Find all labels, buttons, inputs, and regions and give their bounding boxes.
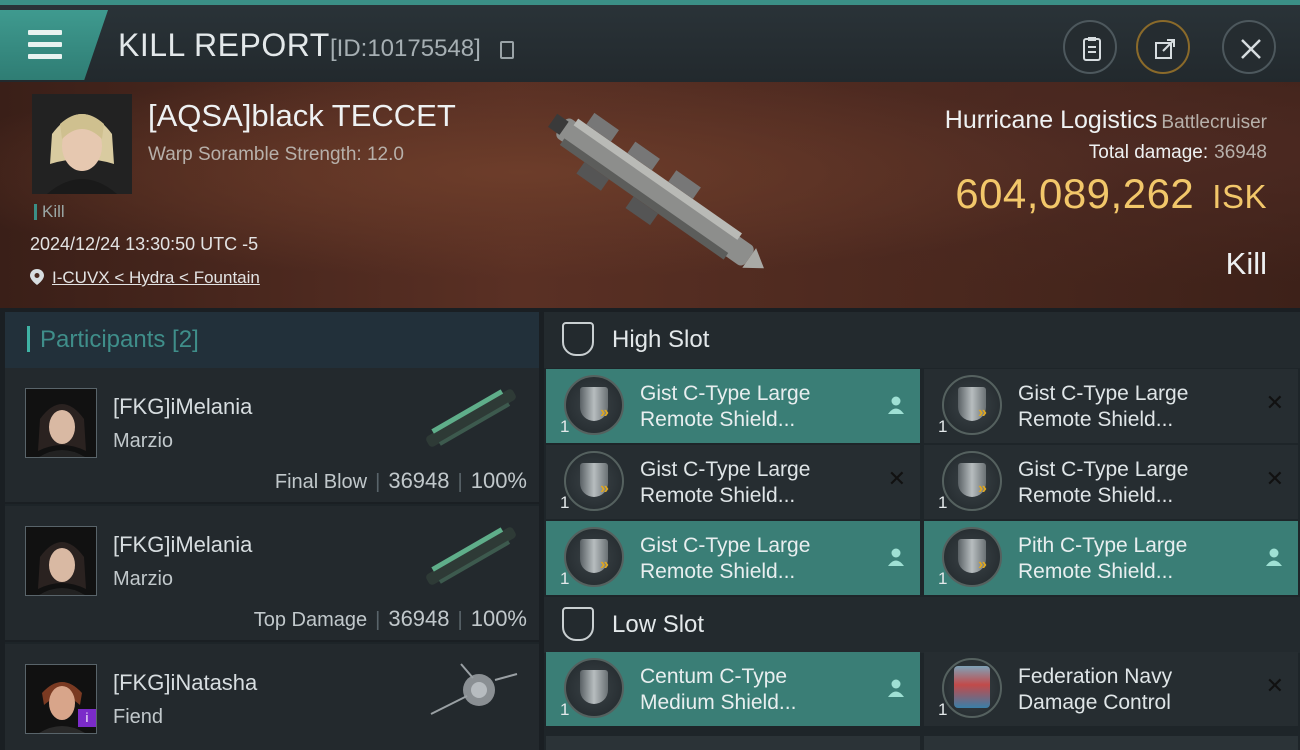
participant-ship-image bbox=[430, 663, 518, 715]
module-name: Gist C-Type Large Remote Shield... bbox=[1018, 382, 1189, 431]
module-item[interactable]: 1 Centum C-Type Medium Shield... bbox=[546, 652, 920, 726]
module-item[interactable]: » 1 Gist C-Type Large Remote Shield... bbox=[546, 521, 920, 595]
module-item[interactable]: » 1 Gist C-Type Large Remote Shield... ✕ bbox=[924, 369, 1298, 443]
module-name: Gist C-Type Large Remote Shield... bbox=[1018, 458, 1189, 507]
module-name: Federation Navy Damage Control bbox=[1018, 665, 1173, 714]
participant-ship: Marzio bbox=[113, 568, 174, 590]
participant-row[interactable]: i [FKG]iNatasha Fiend bbox=[5, 644, 539, 750]
high-slot-icon bbox=[562, 322, 594, 356]
participant-name: [FKG]iMelania bbox=[113, 394, 253, 419]
destroyed-icon: ✕ bbox=[1265, 673, 1284, 698]
kill-location[interactable]: I-CUVX < Hydra < Fountain bbox=[30, 268, 260, 288]
participant-damage: 36948 bbox=[388, 606, 450, 631]
page-title: KILL REPORT bbox=[118, 27, 330, 63]
damage-control-icon bbox=[954, 666, 990, 708]
ship-class: Battlecruiser bbox=[1161, 112, 1267, 133]
location-link[interactable]: I-CUVX < Hydra < Fountain bbox=[52, 268, 260, 287]
participant-role: Final Blow bbox=[274, 471, 368, 493]
module-quantity: 1 bbox=[938, 700, 948, 719]
module-quantity: 1 bbox=[560, 493, 570, 512]
low-slot-icon bbox=[562, 607, 594, 641]
participant-ship-image bbox=[426, 389, 516, 447]
high-slot-header: High Slot bbox=[544, 312, 1300, 368]
high-slot-title: High Slot bbox=[612, 326, 710, 353]
module-item-partial bbox=[924, 736, 1298, 750]
module-name: Gist C-Type Large Remote Shield... bbox=[640, 534, 811, 583]
share-button[interactable] bbox=[1136, 20, 1190, 74]
kill-result: Kill bbox=[1225, 246, 1267, 281]
module-quantity: 1 bbox=[560, 417, 570, 436]
module-item-partial bbox=[546, 736, 920, 750]
module-name: Gist C-Type Large Remote Shield... bbox=[640, 382, 811, 431]
pilot-icon bbox=[888, 548, 904, 566]
participant-name: [FKG]iMelania bbox=[113, 532, 253, 557]
participant-stats: Final Blow | 36948 | 100% bbox=[274, 468, 527, 493]
victim-name[interactable]: [AQSA]black TECCET bbox=[148, 98, 456, 134]
low-slot-title: Low Slot bbox=[612, 611, 705, 638]
module-quantity: 1 bbox=[938, 417, 948, 436]
victim-portrait[interactable] bbox=[32, 94, 132, 194]
participant-avatar bbox=[25, 526, 97, 596]
fitting-panel: High Slot » 1 Gist C-Type Large Remote Sh… bbox=[544, 312, 1300, 750]
ship-name: Hurricane Logistics Battlecruiser bbox=[944, 106, 1267, 134]
module-quantity: 1 bbox=[938, 569, 948, 588]
participant-avatar: i bbox=[25, 664, 97, 734]
participant-role: Top Damage bbox=[253, 609, 368, 631]
participant-ship: Fiend bbox=[113, 706, 164, 728]
kill-datetime: 2024/12/24 13:30:50 UTC -5 bbox=[30, 234, 259, 254]
close-icon bbox=[1241, 39, 1261, 59]
participants-header: Participants [2] bbox=[5, 312, 539, 368]
module-item[interactable]: » 1 Gist C-Type Large Remote Shield... bbox=[546, 369, 920, 443]
participant-percent: 100% bbox=[470, 606, 527, 631]
participants-panel: Participants [2] [FKG]iMelania Marzio Fi… bbox=[5, 312, 539, 750]
module-quantity: 1 bbox=[560, 700, 570, 719]
low-slot-header: Low Slot bbox=[544, 597, 1300, 653]
participant-ship: Marzio bbox=[113, 430, 174, 452]
kill-id: [ID:10175548] bbox=[330, 35, 481, 62]
participant-damage: 36948 bbox=[388, 468, 450, 493]
module-item[interactable]: » 1 Pith C-Type Large Remote Shield... bbox=[924, 521, 1298, 595]
top-bar: KILL REPORT [ID:10175548] bbox=[0, 0, 1300, 82]
pilot-icon bbox=[888, 396, 904, 414]
participant-row[interactable]: [FKG]iMelania Marzio Final Blow | 36948 | 10… bbox=[5, 368, 539, 504]
isk-value: 604,089,262 ISK bbox=[955, 170, 1267, 217]
destroyed-icon: ✕ bbox=[1265, 390, 1284, 415]
copy-icon[interactable] bbox=[500, 41, 514, 59]
location-pin-icon bbox=[30, 269, 44, 285]
module-quantity: 1 bbox=[938, 493, 948, 512]
participant-row[interactable]: [FKG]iMelania Marzio Top Damage | 36948 | 10… bbox=[5, 506, 539, 642]
ship-image bbox=[548, 112, 764, 269]
clipboard-icon bbox=[1083, 37, 1101, 61]
menu-button[interactable] bbox=[0, 10, 108, 80]
share-icon bbox=[1155, 39, 1175, 59]
module-quantity: 1 bbox=[560, 569, 570, 588]
destroyed-icon: ✕ bbox=[887, 466, 906, 491]
participant-percent: 100% bbox=[470, 468, 527, 493]
kill-type-tag: Kill bbox=[34, 203, 65, 220]
participant-name: [FKG]iNatasha bbox=[113, 670, 258, 695]
total-damage: Total damage: 36948 bbox=[1088, 142, 1267, 163]
module-item[interactable]: » 1 Gist C-Type Large Remote Shield... ✕ bbox=[924, 445, 1298, 519]
pilot-icon bbox=[888, 679, 904, 697]
pilot-icon bbox=[1266, 548, 1282, 566]
hamburger-icon bbox=[28, 30, 62, 66]
kill-summary: [AQSA]black TECCET Warp Soramble Strengt… bbox=[0, 82, 1300, 308]
module-item[interactable]: » 1 Gist C-Type Large Remote Shield... ✕ bbox=[546, 445, 920, 519]
clipboard-button[interactable] bbox=[1063, 20, 1117, 74]
module-name: Gist C-Type Large Remote Shield... bbox=[640, 458, 811, 507]
participant-avatar bbox=[25, 388, 97, 458]
module-name: Pith C-Type Large Remote Shield... bbox=[1018, 534, 1188, 583]
destroyed-icon: ✕ bbox=[1265, 466, 1284, 491]
participant-stats: Top Damage | 36948 | 100% bbox=[253, 606, 527, 631]
participant-ship-image bbox=[426, 527, 516, 585]
participants-title: Participants [2] bbox=[40, 326, 199, 353]
warp-scramble-strength: Warp Soramble Strength: 12.0 bbox=[148, 144, 404, 165]
shield-module-icon bbox=[580, 670, 608, 704]
module-name: Centum C-Type Medium Shield... bbox=[640, 665, 797, 714]
info-badge: i bbox=[78, 709, 96, 727]
close-button[interactable] bbox=[1222, 20, 1276, 74]
module-item[interactable]: 1 Federation Navy Damage Control ✕ bbox=[924, 652, 1298, 726]
